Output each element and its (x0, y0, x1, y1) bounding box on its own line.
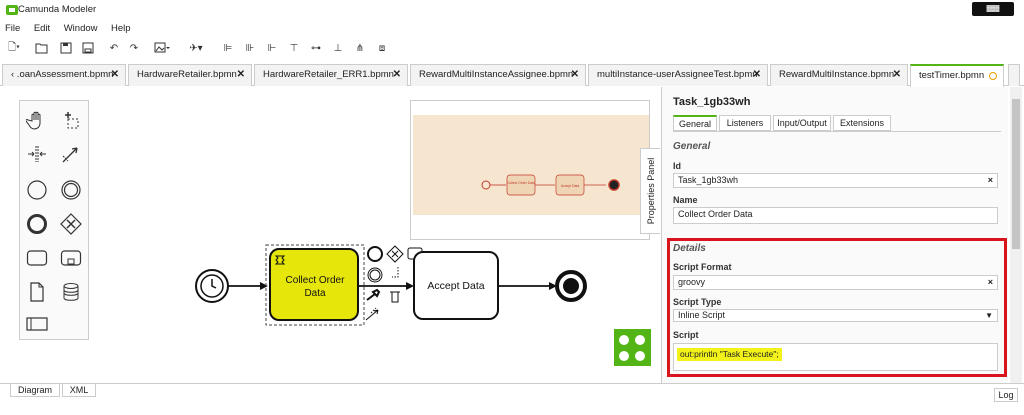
collect-order-data-task[interactable]: Collect Order Data (269, 248, 359, 321)
properties-panel-toggle-label: Properties Panel (646, 157, 656, 225)
minimap[interactable]: Collect Order Data Accept Data (410, 100, 650, 240)
tab-reward-multi-instance[interactable]: RewardMultiInstance.bpmn ✕ (770, 64, 908, 86)
name-value: Collect Order Data (678, 209, 753, 219)
trash-icon[interactable] (390, 291, 400, 303)
append-end-event-icon[interactable] (367, 246, 383, 262)
log-button[interactable]: Log (994, 388, 1018, 402)
sequence-flow[interactable] (358, 282, 414, 290)
close-icon[interactable]: ✕ (893, 65, 901, 85)
bottom-bar: Diagram XML Log (0, 383, 1024, 415)
text-annotation-icon[interactable] (392, 267, 399, 278)
id-field[interactable]: Task_1gb33wh × (673, 173, 998, 188)
divider (673, 131, 1001, 132)
name-label: Name (673, 195, 698, 205)
group-general-heading: General (673, 141, 711, 152)
details-highlight-box (667, 238, 1007, 377)
properties-scrollbar[interactable] (1010, 87, 1022, 383)
minimap-diagram: Collect Order Data Accept Data (481, 174, 620, 196)
minimap-task2-label: Accept Data (561, 184, 580, 188)
connect-icon[interactable] (365, 309, 379, 321)
brand-logo-icon: ▓▓▓ (972, 2, 1014, 16)
end-event[interactable] (555, 270, 587, 302)
clear-icon[interactable]: × (988, 174, 993, 187)
tab-input-output[interactable]: Input/Output (773, 115, 831, 131)
tab-extensions[interactable]: Extensions (833, 115, 891, 131)
properties-panel-toggle[interactable]: Properties Panel (640, 148, 660, 234)
timer-start-event[interactable] (195, 269, 229, 303)
wrench-icon[interactable] (366, 288, 381, 301)
tab-diagram[interactable]: Diagram (10, 384, 60, 397)
tab-general[interactable]: General (673, 115, 717, 131)
id-label: Id (673, 161, 681, 171)
minimap-task1-label: Collect Order Data (507, 181, 535, 185)
accept-data-task[interactable]: Accept Data (413, 251, 499, 320)
task-label-line2: Data (304, 288, 326, 299)
new-tab-button[interactable] (1008, 64, 1020, 86)
tab-test-timer[interactable]: testTimer.bpmn (910, 64, 1004, 87)
id-value: Task_1gb33wh (678, 175, 739, 185)
sequence-flow[interactable] (498, 282, 557, 290)
task-label-line1: Collect Order (286, 275, 346, 286)
name-field[interactable]: Collect Order Data (673, 207, 998, 224)
task-label: Accept Data (427, 280, 484, 292)
tab-label: RewardMultiInstance.bpmn (779, 69, 895, 80)
tab-xml[interactable]: XML (62, 384, 96, 397)
scrollbar-thumb[interactable] (1012, 99, 1020, 249)
tab-listeners[interactable]: Listeners (719, 115, 771, 131)
close-icon[interactable]: ✕ (753, 65, 761, 85)
unsaved-indicator-icon[interactable] (989, 72, 997, 80)
sequence-flow[interactable] (228, 282, 268, 290)
tab-label: testTimer.bpmn (919, 70, 985, 81)
camunda-logo-icon (614, 329, 651, 366)
element-id-heading: Task_1gb33wh (673, 96, 751, 108)
